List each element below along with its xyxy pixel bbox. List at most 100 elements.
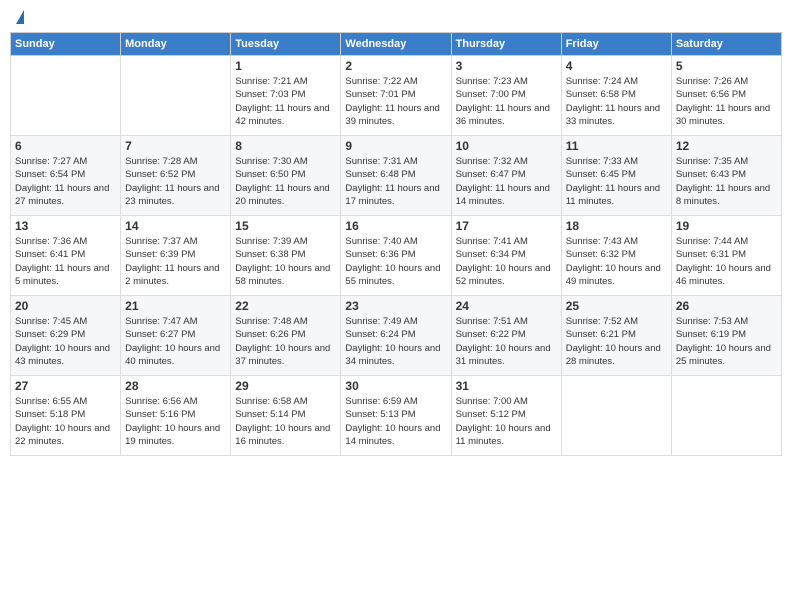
day-number: 11 (566, 139, 667, 153)
calendar-week-2: 6Sunrise: 7:27 AM Sunset: 6:54 PM Daylig… (11, 136, 782, 216)
weekday-header-sunday: Sunday (11, 33, 121, 56)
day-number: 24 (456, 299, 557, 313)
day-info: Sunrise: 7:28 AM Sunset: 6:52 PM Dayligh… (125, 155, 226, 208)
calendar-cell: 12Sunrise: 7:35 AM Sunset: 6:43 PM Dayli… (671, 136, 781, 216)
day-number: 5 (676, 59, 777, 73)
day-number: 22 (235, 299, 336, 313)
weekday-header-friday: Friday (561, 33, 671, 56)
calendar-cell: 17 Sunrise: 7:41 AM Sunset: 6:34 PM Dayli… (451, 216, 561, 296)
calendar-cell (671, 376, 781, 456)
day-info: Sunrise: 6:56 AM Sunset: 5:16 PM Dayligh… (125, 395, 226, 448)
day-info: Sunrise: 7:47 AM Sunset: 6:27 PM Dayligh… (125, 315, 226, 368)
page-header (10, 10, 782, 24)
day-info: Sunrise: 7:26 AM Sunset: 6:56 PM Dayligh… (676, 75, 777, 128)
calendar-body: 1Sunrise: 7:21 AM Sunset: 7:03 PM Daylig… (11, 56, 782, 456)
day-info: Sunrise: 7:45 AM Sunset: 6:29 PM Dayligh… (15, 315, 116, 368)
calendar-cell: 14 Sunrise: 7:37 AM Sunset: 6:39 PM Dayli… (121, 216, 231, 296)
day-number: 7 (125, 139, 226, 153)
day-info: Sunrise: 7:23 AM Sunset: 7:00 PM Dayligh… (456, 75, 557, 128)
day-number: 18 (566, 219, 667, 233)
calendar-cell: 25 Sunrise: 7:52 AM Sunset: 6:21 PM Dayli… (561, 296, 671, 376)
day-number: 8 (235, 139, 336, 153)
calendar-cell: 30Sunrise: 6:59 AM Sunset: 5:13 PM Dayli… (341, 376, 451, 456)
day-number: 20 (15, 299, 116, 313)
day-number: 14 (125, 219, 226, 233)
day-info: Sunrise: 7:52 AM Sunset: 6:21 PM Dayligh… (566, 315, 667, 368)
calendar-cell: 1Sunrise: 7:21 AM Sunset: 7:03 PM Daylig… (231, 56, 341, 136)
calendar-cell: 9Sunrise: 7:31 AM Sunset: 6:48 PM Daylig… (341, 136, 451, 216)
logo-icon (16, 10, 24, 24)
weekday-header-wednesday: Wednesday (341, 33, 451, 56)
day-number: 30 (345, 379, 446, 393)
calendar-cell: 3 Sunrise: 7:23 AM Sunset: 7:00 PM Daylig… (451, 56, 561, 136)
day-info: Sunrise: 7:51 AM Sunset: 6:22 PM Dayligh… (456, 315, 557, 368)
day-info: Sunrise: 7:33 AM Sunset: 6:45 PM Dayligh… (566, 155, 667, 208)
day-number: 28 (125, 379, 226, 393)
calendar-cell: 29 Sunrise: 6:58 AM Sunset: 5:14 PM Dayli… (231, 376, 341, 456)
calendar-cell: 27 Sunrise: 6:55 AM Sunset: 5:18 PM Dayli… (11, 376, 121, 456)
day-info: Sunrise: 7:40 AM Sunset: 6:36 PM Dayligh… (345, 235, 446, 288)
calendar-cell (561, 376, 671, 456)
weekday-header-saturday: Saturday (671, 33, 781, 56)
calendar-week-1: 1Sunrise: 7:21 AM Sunset: 7:03 PM Daylig… (11, 56, 782, 136)
day-number: 16 (345, 219, 446, 233)
day-number: 21 (125, 299, 226, 313)
day-number: 23 (345, 299, 446, 313)
day-info: Sunrise: 7:48 AM Sunset: 6:26 PM Dayligh… (235, 315, 336, 368)
calendar-cell: 13 Sunrise: 7:36 AM Sunset: 6:41 PM Dayli… (11, 216, 121, 296)
day-number: 17 (456, 219, 557, 233)
day-number: 29 (235, 379, 336, 393)
calendar-cell: 15 Sunrise: 7:39 AM Sunset: 6:38 PM Dayli… (231, 216, 341, 296)
calendar-cell: 26 Sunrise: 7:53 AM Sunset: 6:19 PM Dayli… (671, 296, 781, 376)
day-info: Sunrise: 7:43 AM Sunset: 6:32 PM Dayligh… (566, 235, 667, 288)
day-number: 3 (456, 59, 557, 73)
calendar-cell: 5 Sunrise: 7:26 AM Sunset: 6:56 PM Daylig… (671, 56, 781, 136)
day-number: 2 (345, 59, 446, 73)
calendar-cell (11, 56, 121, 136)
calendar-cell (121, 56, 231, 136)
day-info: Sunrise: 7:53 AM Sunset: 6:19 PM Dayligh… (676, 315, 777, 368)
calendar-cell: 19 Sunrise: 7:44 AM Sunset: 6:31 PM Dayli… (671, 216, 781, 296)
calendar-table: SundayMondayTuesdayWednesdayThursdayFrid… (10, 32, 782, 456)
day-number: 31 (456, 379, 557, 393)
day-number: 19 (676, 219, 777, 233)
calendar-cell: 28 Sunrise: 6:56 AM Sunset: 5:16 PM Dayli… (121, 376, 231, 456)
day-number: 25 (566, 299, 667, 313)
calendar-cell: 4 Sunrise: 7:24 AM Sunset: 6:58 PM Daylig… (561, 56, 671, 136)
calendar-week-3: 13 Sunrise: 7:36 AM Sunset: 6:41 PM Dayli… (11, 216, 782, 296)
day-info: Sunrise: 7:22 AM Sunset: 7:01 PM Dayligh… (345, 75, 446, 128)
calendar-cell: 21 Sunrise: 7:47 AM Sunset: 6:27 PM Dayli… (121, 296, 231, 376)
day-info: Sunrise: 6:58 AM Sunset: 5:14 PM Dayligh… (235, 395, 336, 448)
calendar-cell: 2 Sunrise: 7:22 AM Sunset: 7:01 PM Daylig… (341, 56, 451, 136)
day-number: 10 (456, 139, 557, 153)
calendar-cell: 18 Sunrise: 7:43 AM Sunset: 6:32 PM Dayli… (561, 216, 671, 296)
day-info: Sunrise: 7:39 AM Sunset: 6:38 PM Dayligh… (235, 235, 336, 288)
day-info: Sunrise: 7:37 AM Sunset: 6:39 PM Dayligh… (125, 235, 226, 288)
day-info: Sunrise: 7:24 AM Sunset: 6:58 PM Dayligh… (566, 75, 667, 128)
calendar-cell: 22 Sunrise: 7:48 AM Sunset: 6:26 PM Dayli… (231, 296, 341, 376)
calendar-cell: 24 Sunrise: 7:51 AM Sunset: 6:22 PM Dayli… (451, 296, 561, 376)
day-info: Sunrise: 7:41 AM Sunset: 6:34 PM Dayligh… (456, 235, 557, 288)
calendar-header-row: SundayMondayTuesdayWednesdayThursdayFrid… (11, 33, 782, 56)
calendar-cell: 23 Sunrise: 7:49 AM Sunset: 6:24 PM Dayli… (341, 296, 451, 376)
day-number: 26 (676, 299, 777, 313)
day-info: Sunrise: 7:35 AM Sunset: 6:43 PM Dayligh… (676, 155, 777, 208)
calendar-week-4: 20 Sunrise: 7:45 AM Sunset: 6:29 PM Dayli… (11, 296, 782, 376)
calendar-cell: 11 Sunrise: 7:33 AM Sunset: 6:45 PM Dayli… (561, 136, 671, 216)
calendar-week-5: 27 Sunrise: 6:55 AM Sunset: 5:18 PM Dayli… (11, 376, 782, 456)
day-number: 27 (15, 379, 116, 393)
day-number: 15 (235, 219, 336, 233)
day-number: 13 (15, 219, 116, 233)
day-info: Sunrise: 7:21 AM Sunset: 7:03 PM Dayligh… (235, 75, 336, 128)
day-info: Sunrise: 7:44 AM Sunset: 6:31 PM Dayligh… (676, 235, 777, 288)
weekday-header-tuesday: Tuesday (231, 33, 341, 56)
day-info: Sunrise: 7:36 AM Sunset: 6:41 PM Dayligh… (15, 235, 116, 288)
day-info: Sunrise: 7:49 AM Sunset: 6:24 PM Dayligh… (345, 315, 446, 368)
day-info: Sunrise: 6:55 AM Sunset: 5:18 PM Dayligh… (15, 395, 116, 448)
logo (14, 10, 24, 24)
calendar-cell: 16 Sunrise: 7:40 AM Sunset: 6:36 PM Dayli… (341, 216, 451, 296)
day-number: 4 (566, 59, 667, 73)
day-info: Sunrise: 7:30 AM Sunset: 6:50 PM Dayligh… (235, 155, 336, 208)
calendar-cell: 7 Sunrise: 7:28 AM Sunset: 6:52 PM Daylig… (121, 136, 231, 216)
day-info: Sunrise: 7:00 AM Sunset: 5:12 PM Dayligh… (456, 395, 557, 448)
